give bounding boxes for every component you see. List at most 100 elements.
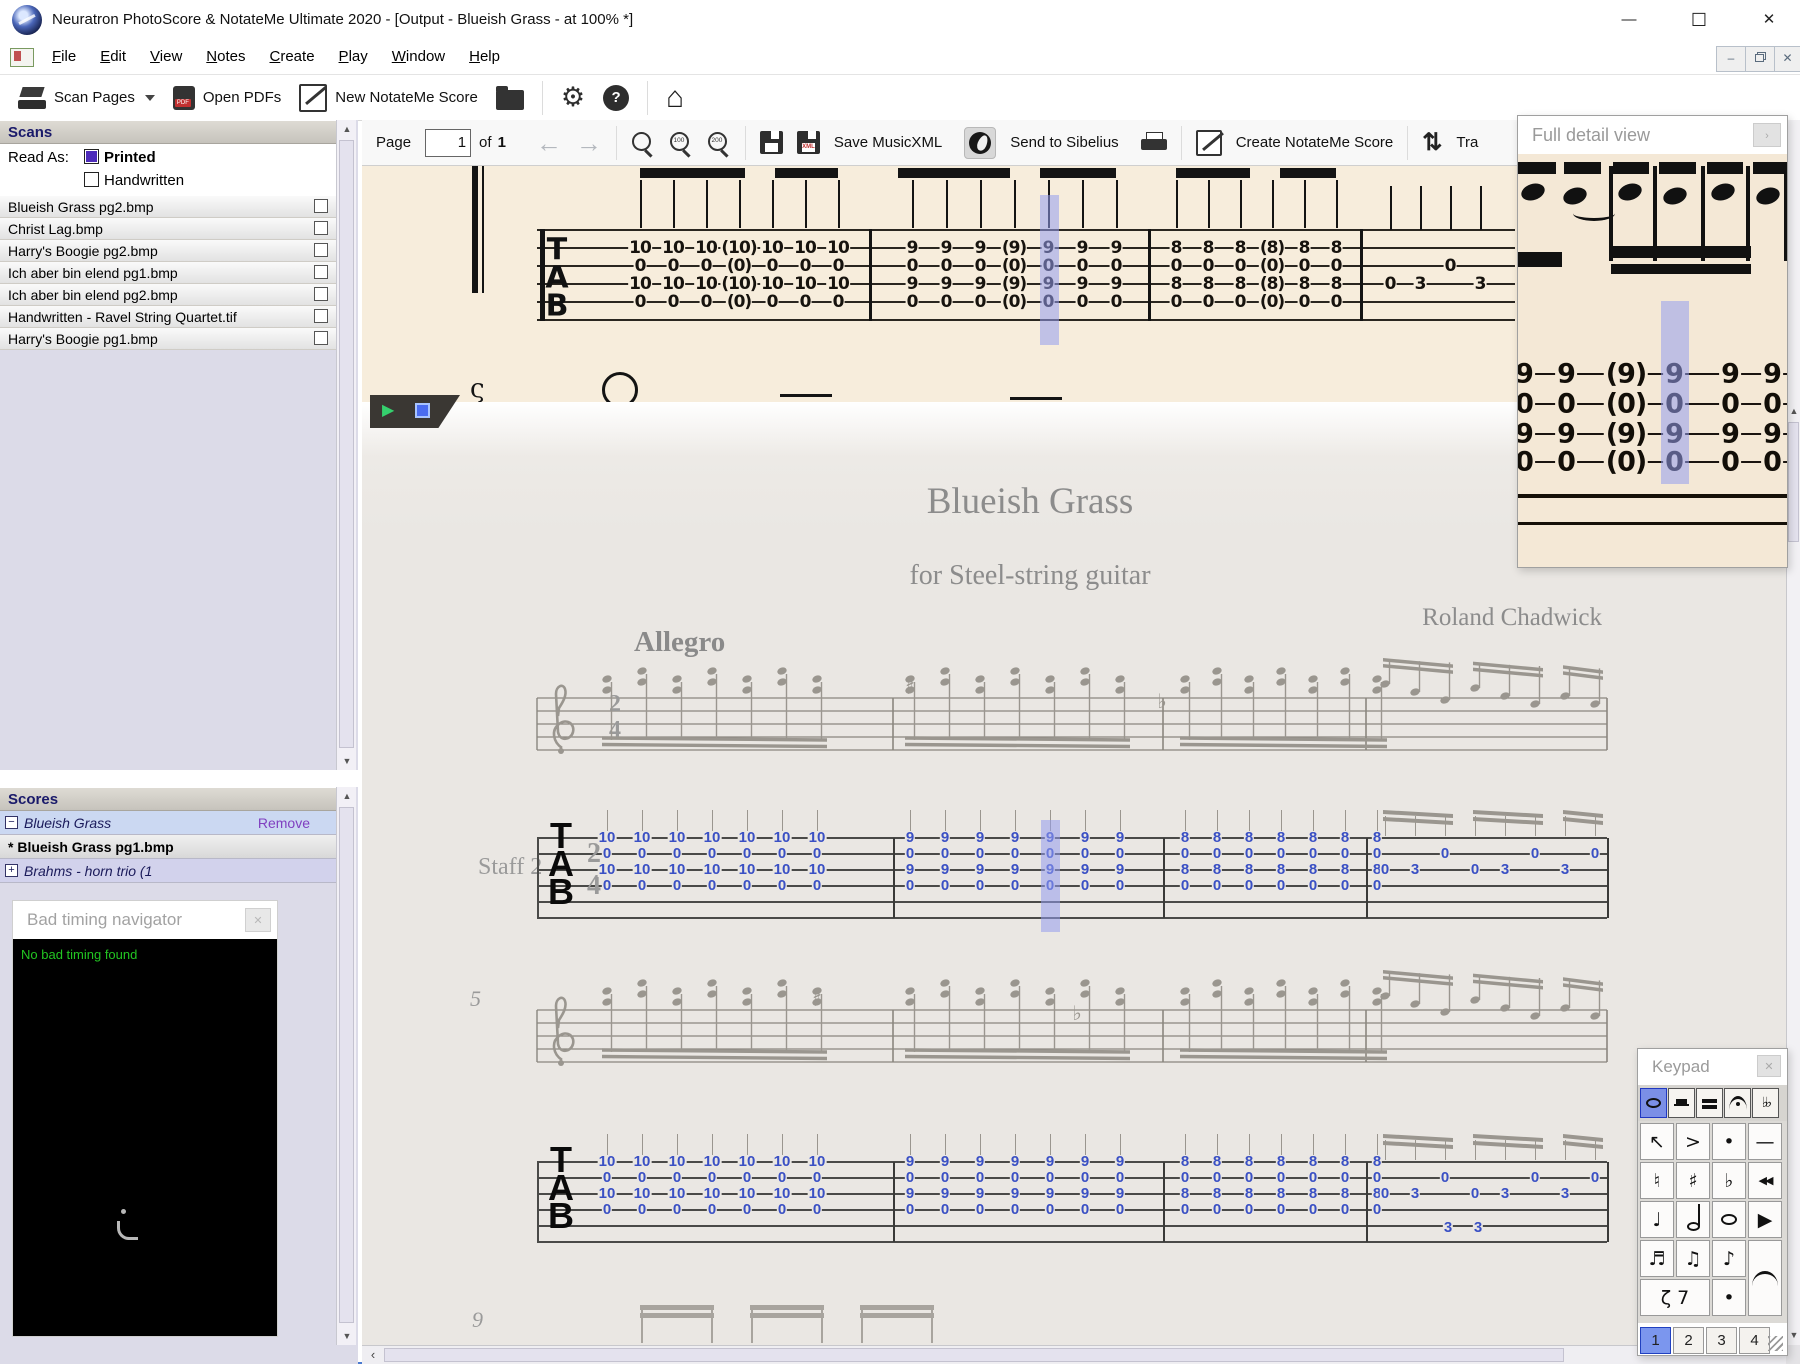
- tab-number[interactable]: 8: [1211, 830, 1223, 845]
- tab-number[interactable]: 0: [811, 1202, 823, 1217]
- tab-number[interactable]: 0: [1589, 846, 1601, 861]
- tab-number[interactable]: 10: [667, 1186, 687, 1201]
- scanned-tab-number[interactable]: 0: [765, 294, 779, 311]
- scan-file-row[interactable]: Ich aber bin elend pg2.bmp: [0, 284, 336, 306]
- scanned-tab-number[interactable]: 10: [826, 276, 850, 293]
- tab-number[interactable]: 8: [1211, 862, 1223, 877]
- scanned-tab-number[interactable]: 0: [1109, 294, 1123, 311]
- scanned-tab-number[interactable]: 10: [760, 276, 784, 293]
- detail-tab-number[interactable]: 0: [1761, 391, 1783, 418]
- scanned-tab-number[interactable]: 8: [1169, 276, 1183, 293]
- close-icon[interactable]: ✕: [1757, 1055, 1781, 1077]
- scans-scrollbar[interactable]: ▲ ▼: [336, 120, 356, 770]
- scanned-tab-number[interactable]: 0: [798, 294, 812, 311]
- detail-tab-number[interactable]: 9: [1761, 421, 1783, 448]
- scanned-tab-number[interactable]: 10: [661, 276, 685, 293]
- close-icon[interactable]: ✕: [245, 908, 271, 932]
- printed-checkbox[interactable]: [84, 149, 99, 164]
- save-musicxml-button[interactable]: Save MusicXML: [834, 134, 942, 151]
- resize-corner[interactable]: [1786, 1345, 1800, 1364]
- scanned-tab-number[interactable]: 10: [793, 240, 817, 257]
- augmentation-dot-button[interactable]: •: [1712, 1279, 1746, 1316]
- tab-number[interactable]: 0: [1379, 862, 1391, 877]
- scanned-tab-number[interactable]: 0: [1297, 258, 1311, 275]
- tab-number[interactable]: 9: [974, 862, 986, 877]
- tab-number[interactable]: 0: [1179, 1170, 1191, 1185]
- tab-number[interactable]: 0: [706, 846, 718, 861]
- tab-number[interactable]: 0: [1371, 878, 1383, 893]
- zoom-200-icon[interactable]: 200: [707, 131, 731, 155]
- tab-number[interactable]: 8: [1275, 1186, 1287, 1201]
- tab-number[interactable]: 0: [1243, 1170, 1255, 1185]
- mdi-restore-button[interactable]: [1745, 46, 1775, 72]
- scanned-tab-number[interactable]: 0: [905, 294, 919, 311]
- tab-number[interactable]: 8: [1339, 1154, 1351, 1169]
- previous-page-button[interactable]: ←: [536, 130, 562, 156]
- scroll-up-icon[interactable]: ▲: [337, 120, 357, 138]
- scroll-left-icon[interactable]: ‹: [364, 1346, 382, 1364]
- scanned-tab-number[interactable]: 8: [1201, 276, 1215, 293]
- half-note-button[interactable]: [1676, 1201, 1710, 1238]
- scroll-down-icon[interactable]: ▼: [337, 752, 357, 770]
- tab-number[interactable]: 0: [1009, 1202, 1021, 1217]
- scanned-tab-number[interactable]: 10: [661, 240, 685, 257]
- scanned-tab-number[interactable]: 0: [973, 294, 987, 311]
- pointer-button[interactable]: ↖: [1640, 1123, 1674, 1160]
- tab-number[interactable]: 3: [1442, 1220, 1454, 1235]
- menu-play[interactable]: Play: [327, 40, 380, 74]
- flat-button[interactable]: ♭: [1712, 1162, 1746, 1199]
- scanned-tab-number[interactable]: 0: [1075, 258, 1089, 275]
- scanned-tab-number[interactable]: 8: [1329, 240, 1343, 257]
- tab-number[interactable]: 8: [1371, 830, 1383, 845]
- scanned-tab-number[interactable]: (0): [1000, 258, 1027, 275]
- scanned-tab-number[interactable]: 9: [939, 276, 953, 293]
- detail-tab-number[interactable]: 9: [1555, 421, 1577, 448]
- scanned-tab-number[interactable]: 8: [1233, 276, 1247, 293]
- tab-number[interactable]: 0: [1211, 846, 1223, 861]
- scanned-tab-number[interactable]: 0: [1329, 258, 1343, 275]
- scan-file-row[interactable]: Ich aber bin elend pg1.bmp: [0, 262, 336, 284]
- scanned-tab-number[interactable]: 0: [1233, 258, 1247, 275]
- detail-tab-number[interactable]: 9: [1719, 361, 1741, 388]
- transpose-icon[interactable]: ⇅: [1422, 130, 1442, 155]
- scanned-tab-number[interactable]: 8: [1297, 276, 1311, 293]
- zoom-icon[interactable]: [631, 131, 655, 155]
- tab-number[interactable]: 0: [1371, 1170, 1383, 1185]
- scanned-tab-number[interactable]: 0: [831, 294, 845, 311]
- tab-number[interactable]: 0: [1275, 878, 1287, 893]
- quarter-note-button[interactable]: ♩: [1640, 1201, 1674, 1238]
- tab-number[interactable]: 0: [1469, 862, 1481, 877]
- tab-number[interactable]: 0: [1275, 1170, 1287, 1185]
- remove-link[interactable]: Remove: [258, 811, 310, 835]
- scanned-tab-number[interactable]: 0: [1233, 294, 1247, 311]
- scanned-tab-number[interactable]: 0: [1109, 258, 1123, 275]
- fermata-tab-icon[interactable]: [1724, 1088, 1751, 1118]
- detail-tab-number[interactable]: 0: [1518, 391, 1535, 418]
- tab-number[interactable]: 0: [776, 878, 788, 893]
- tab-number[interactable]: 0: [1339, 1202, 1351, 1217]
- menu-notes[interactable]: Notes: [194, 40, 257, 74]
- tab-number[interactable]: 0: [904, 846, 916, 861]
- detail-tab-number[interactable]: (9): [1603, 361, 1649, 388]
- stop-icon[interactable]: [415, 403, 430, 418]
- play-icon[interactable]: ▶: [382, 401, 394, 421]
- tab-number[interactable]: 3: [1409, 862, 1421, 877]
- tab-number[interactable]: 10: [597, 1154, 617, 1169]
- tab-number[interactable]: 0: [706, 1170, 718, 1185]
- tab-number[interactable]: 10: [597, 1186, 617, 1201]
- tab-number[interactable]: 0: [974, 878, 986, 893]
- detail-tab-number[interactable]: (9): [1603, 421, 1649, 448]
- tab-number[interactable]: 9: [1009, 1186, 1021, 1201]
- scanned-tab-number[interactable]: 3: [1473, 276, 1487, 293]
- score-row[interactable]: − Blueish Grass Remove: [0, 811, 336, 835]
- create-notateme-button[interactable]: Create NotateMe Score: [1236, 134, 1394, 151]
- scanned-tab-number[interactable]: (9): [1000, 276, 1027, 293]
- menu-edit[interactable]: Edit: [88, 40, 138, 74]
- scanned-tab-number[interactable]: 10: [793, 276, 817, 293]
- tab-number[interactable]: 0: [706, 1202, 718, 1217]
- scan-file-row[interactable]: Blueish Grass pg2.bmp: [0, 196, 336, 218]
- tab-number[interactable]: 8: [1339, 862, 1351, 877]
- tab-number[interactable]: 9: [1079, 862, 1091, 877]
- tab-number[interactable]: 10: [807, 830, 827, 845]
- transpose-button[interactable]: Tra: [1456, 134, 1478, 151]
